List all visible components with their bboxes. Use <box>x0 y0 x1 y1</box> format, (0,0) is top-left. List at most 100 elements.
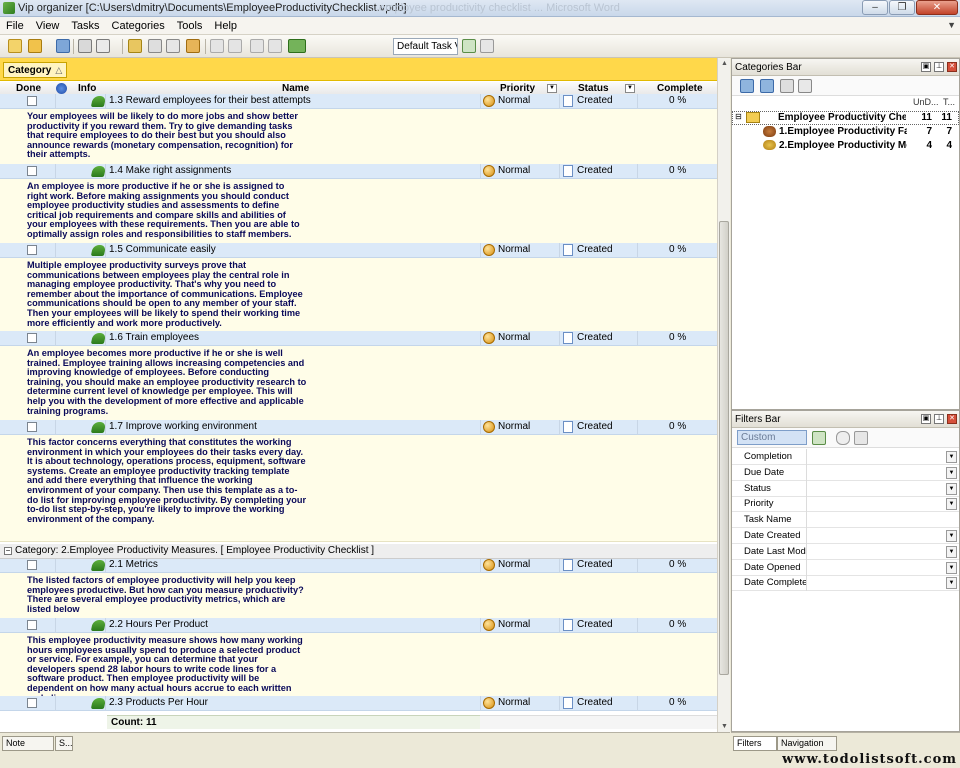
task-complete[interactable]: 0 % <box>669 619 686 630</box>
undo-icon[interactable] <box>186 39 200 53</box>
group-by-category-chip[interactable]: Category △ <box>3 62 68 78</box>
collapse-icon[interactable]: − <box>4 547 12 555</box>
task-complete[interactable]: 0 % <box>669 244 686 255</box>
filter-row[interactable]: Status ▼ <box>732 480 959 497</box>
new-file-icon[interactable] <box>8 39 22 53</box>
task-status[interactable]: Created <box>577 332 613 343</box>
filter-row[interactable]: Date Completed ▼ <box>732 575 959 592</box>
task-row[interactable]: 1.4 Make right assignments Normal Created 0… <box>0 164 717 179</box>
menu-view[interactable]: View <box>30 20 66 32</box>
task-priority[interactable]: Normal <box>498 332 530 343</box>
remove-view-icon[interactable] <box>480 39 494 53</box>
task-row[interactable]: 1.3 Reward employees for their best atte… <box>0 94 717 109</box>
edit-task-icon[interactable] <box>148 39 162 53</box>
menu-tasks[interactable]: Tasks <box>65 20 105 32</box>
task-complete[interactable]: 0 % <box>669 332 686 343</box>
tab-s[interactable]: S... <box>55 736 73 751</box>
task-status[interactable]: Created <box>577 421 613 432</box>
filter-row[interactable]: Date Created ▼ <box>732 528 959 544</box>
filter-dropdown-icon[interactable]: ▼ <box>946 561 957 574</box>
panel-close-icon[interactable]: ✕ <box>947 414 957 424</box>
panel-menu-icon[interactable]: ▣ <box>921 414 931 424</box>
task-priority[interactable]: Normal <box>498 697 530 708</box>
save-icon[interactable] <box>56 39 70 53</box>
filter-row[interactable]: Date Opened ▼ <box>732 559 959 576</box>
close-button[interactable]: ✕ <box>916 0 958 15</box>
task-status[interactable]: Created <box>577 165 613 176</box>
task-priority[interactable]: Normal <box>498 619 530 630</box>
filter-dropdown-icon[interactable]: ▼ <box>946 498 957 511</box>
status-filter-dropdown[interactable]: ▼ <box>625 84 635 93</box>
tab-note[interactable]: Note <box>2 736 54 751</box>
done-checkbox[interactable] <box>27 245 37 255</box>
task-row[interactable]: 2.1 Metrics Normal Created 0 % <box>0 558 717 573</box>
filter-dropdown-icon[interactable]: ▼ <box>946 545 957 558</box>
task-status[interactable]: Created <box>577 619 613 630</box>
task-priority[interactable]: Normal <box>498 244 530 255</box>
mark-undone-icon[interactable] <box>228 39 242 53</box>
tab-navigation-bar[interactable]: Navigation Bar <box>777 736 837 761</box>
clear-filter-icon[interactable] <box>836 431 850 445</box>
task-view-select[interactable]: Default Task V <box>393 38 458 55</box>
task-priority[interactable]: Normal <box>498 165 530 176</box>
task-row[interactable]: 2.2 Hours Per Product Normal Created 0 % <box>0 618 717 633</box>
scroll-down-icon[interactable]: ▼ <box>721 723 728 730</box>
category-group-row[interactable]: − Category: 2.Employee Productivity Meas… <box>0 544 717 559</box>
flag-view-icon[interactable] <box>288 39 306 53</box>
delete-task-icon[interactable] <box>166 39 180 53</box>
task-row[interactable]: 1.5 Communicate easily Normal Created 0 % <box>0 243 717 258</box>
done-checkbox[interactable] <box>27 698 37 708</box>
open-folder-icon[interactable] <box>28 39 42 53</box>
panel-close-icon[interactable]: ✕ <box>947 62 957 72</box>
new-task-icon[interactable] <box>128 39 142 53</box>
task-status[interactable]: Created <box>577 95 613 106</box>
task-complete[interactable]: 0 % <box>669 421 686 432</box>
task-status[interactable]: Created <box>577 559 613 570</box>
filter-dropdown-icon[interactable]: ▼ <box>946 482 957 495</box>
filter-dropdown-icon[interactable]: ▼ <box>946 530 957 542</box>
task-row[interactable]: 2.3 Products Per Hour Normal Created 0 % <box>0 696 717 711</box>
task-status[interactable]: Created <box>577 697 613 708</box>
filter-row[interactable]: Due Date ▼ <box>732 464 959 481</box>
done-checkbox[interactable] <box>27 560 37 570</box>
category-tree-root[interactable]: ⊟ Employee Productivity Checkli 11 11 <box>732 111 959 125</box>
priority-filter-dropdown[interactable]: ▼ <box>547 84 557 93</box>
task-complete[interactable]: 0 % <box>669 95 686 106</box>
edit-category-icon[interactable] <box>780 79 794 93</box>
col-total[interactable]: T... <box>943 97 955 107</box>
move-up-icon[interactable] <box>250 39 264 53</box>
filter-row[interactable]: Task Name <box>732 512 959 529</box>
task-row[interactable]: 1.6 Train employees Normal Created 0 % <box>0 331 717 346</box>
category-tree-item[interactable]: 2.Employee Productivity Meas 4 4 <box>732 139 959 153</box>
apply-filter-icon[interactable] <box>812 431 826 445</box>
pin-icon[interactable]: ⊥ <box>934 62 944 72</box>
filter-dropdown-icon[interactable]: ▼ <box>946 577 957 590</box>
apply-view-icon[interactable] <box>462 39 476 53</box>
category-tree-item[interactable]: 1.Employee Productivity Facto 7 7 <box>732 125 959 139</box>
task-row[interactable]: 1.7 Improve working environment Normal Cre… <box>0 420 717 435</box>
grid-vertical-scrollbar[interactable]: ▲ ▼ <box>717 58 730 732</box>
task-priority[interactable]: Normal <box>498 95 530 106</box>
filter-row[interactable]: Completion ▼ <box>732 449 959 465</box>
menu-chevron-icon[interactable]: ▼ <box>947 20 956 30</box>
add-category-icon[interactable] <box>740 79 754 93</box>
filter-dropdown-icon[interactable]: ▼ <box>946 451 957 463</box>
task-complete[interactable]: 0 % <box>669 697 686 708</box>
tab-filters-bar[interactable]: Filters Bar <box>733 736 777 761</box>
tree-collapse-icon[interactable]: ⊟ <box>735 112 742 121</box>
add-subcategory-icon[interactable] <box>760 79 774 93</box>
delete-category-icon[interactable] <box>798 79 812 93</box>
pin-icon[interactable]: ⊥ <box>934 414 944 424</box>
maximize-button[interactable]: ❐ <box>889 0 915 15</box>
task-status[interactable]: Created <box>577 244 613 255</box>
minimize-button[interactable]: – <box>862 0 888 15</box>
mark-done-icon[interactable] <box>210 39 224 53</box>
task-priority[interactable]: Normal <box>498 559 530 570</box>
done-checkbox[interactable] <box>27 620 37 630</box>
done-checkbox[interactable] <box>27 166 37 176</box>
done-checkbox[interactable] <box>27 96 37 106</box>
move-down-icon[interactable] <box>268 39 282 53</box>
print-icon[interactable] <box>78 39 92 53</box>
task-priority[interactable]: Normal <box>498 421 530 432</box>
filter-row[interactable]: Date Last Modifi ▼ <box>732 543 959 560</box>
